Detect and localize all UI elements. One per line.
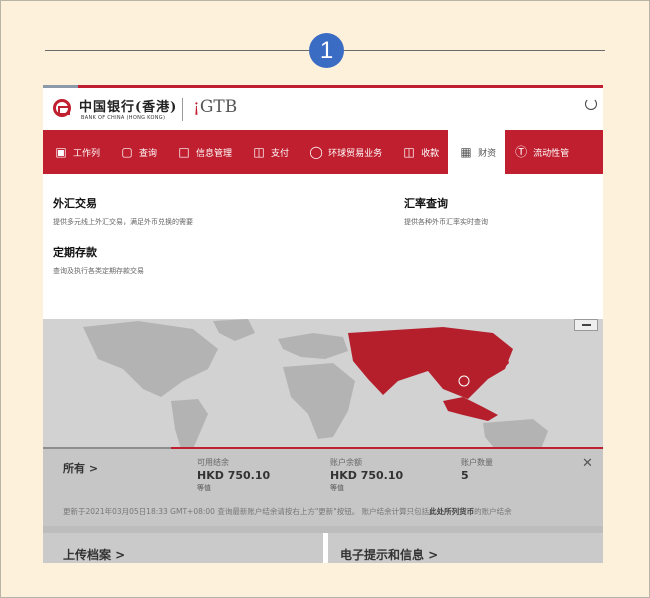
dollar-icon: Ⓣ <box>515 144 528 159</box>
gtb-logo[interactable]: ¡GTB <box>193 97 237 117</box>
account-balance-sub: 等值 <box>330 484 344 492</box>
nav-item-inquiry[interactable]: ▢ 查询 <box>109 130 166 174</box>
search-doc-icon: ▢ <box>121 144 133 159</box>
account-balance-value: HKD 750.10 <box>330 469 404 482</box>
folder-icon: □ <box>178 144 190 159</box>
refresh-icon[interactable] <box>585 98 597 110</box>
payment-icon: ◫ <box>253 144 265 159</box>
treasury-icon: ▦ <box>460 144 472 159</box>
map-land-north-america <box>83 321 218 397</box>
boc-logo-icon[interactable] <box>53 99 71 117</box>
menu-link-fx-trading[interactable]: 外汇交易 <box>53 195 97 211</box>
alerts-panel: 电子提示和信息 > <box>328 533 603 563</box>
menu-desc-rate-inquiry: 提供各种外币汇率实时查询 <box>404 218 488 226</box>
nav-item-treasury[interactable]: ▦ 财资 <box>448 130 506 174</box>
available-balance-value: HKD 750.10 <box>197 469 271 482</box>
nav-item-payment[interactable]: ◫ 支付 <box>241 130 298 174</box>
world-map[interactable] <box>43 319 603 449</box>
nav-item-info-management[interactable]: □ 信息管理 <box>166 130 241 174</box>
step-number-badge: 1 <box>309 33 344 68</box>
available-balance-label: 可用结余 <box>197 458 229 467</box>
upload-files-link[interactable]: 上传档案 > <box>63 546 125 563</box>
app-screenshot: 中国银行(香港) BANK OF CHINA (HONG KONG) ¡GTB … <box>43 85 603 563</box>
gtb-logo-mark-icon: ¡ <box>193 97 200 117</box>
map-land-greenland <box>213 319 255 341</box>
map-land-europe <box>278 333 348 359</box>
close-icon[interactable]: ✕ <box>582 456 593 471</box>
map-land-asia <box>348 327 513 399</box>
nav-item-label: 环球贸易业务 <box>328 148 383 159</box>
nav-item-label: 收款 <box>421 148 440 159</box>
e-alerts-link[interactable]: 电子提示和信息 > <box>340 546 438 563</box>
world-map-svg <box>83 319 548 449</box>
map-land-south-america <box>171 399 208 449</box>
nav-item-label: 支付 <box>271 148 290 159</box>
nav-item-label: 查询 <box>139 148 158 159</box>
bank-name-en: BANK OF CHINA (HONG KONG) <box>81 115 166 121</box>
nav-item-liquidity[interactable]: Ⓣ 流动性管 <box>505 130 577 174</box>
menu-desc-fx-trading: 提供多元线上外汇交易，满足外币兑换的需要 <box>53 218 193 226</box>
update-note-text: 更新于2021年03月05日18:33 GMT+08:00 查询最新账户结余请按… <box>63 506 598 517</box>
map-zoom-out-button[interactable] <box>574 319 598 331</box>
all-accounts-link[interactable]: 所有 > <box>63 460 98 476</box>
nav-item-label: 工作列 <box>73 148 101 159</box>
balance-summary: 所有 > 可用结余 HKD 750.10 等值 账户余额 HKD 750.10 … <box>43 449 603 499</box>
map-land-australia <box>483 419 548 449</box>
listed-currencies-link[interactable]: 此处所列货币 <box>429 507 474 516</box>
nav-item-global-trade[interactable]: ◯ 环球贸易业务 <box>298 130 391 174</box>
nav-item-label: 流动性管 <box>533 148 570 159</box>
map-land-africa <box>283 363 355 439</box>
panel-gap <box>43 526 603 533</box>
globe-icon: ◯ <box>309 144 323 159</box>
update-note-part-a: 更新于2021年03月05日18:33 GMT+08:00 查询最新账户结余请按… <box>63 507 430 516</box>
upload-panel: 上传档案 > <box>43 533 323 563</box>
treasury-dropdown-menu: 外汇交易 提供多元线上外汇交易，满足外币兑换的需要 汇率查询 提供各种外币汇率实… <box>43 174 603 319</box>
logo-separator <box>182 98 183 121</box>
account-count-value: 5 <box>461 469 469 482</box>
nav-item-label: 信息管理 <box>196 148 233 159</box>
bank-name-cn: 中国银行(香港) <box>79 100 178 115</box>
menu-link-rate-inquiry[interactable]: 汇率查询 <box>404 195 448 211</box>
account-balance-label: 账户余额 <box>330 458 362 467</box>
gtb-logo-text: GTB <box>199 97 238 117</box>
account-count-label: 账户数量 <box>461 458 493 467</box>
map-land-southeast-asia <box>443 397 498 421</box>
nav-item-label: 财资 <box>478 148 497 159</box>
menu-desc-time-deposit: 查询及执行各类定期存款交易 <box>53 267 144 275</box>
update-note: 更新于2021年03月05日18:33 GMT+08:00 查询最新账户结余请按… <box>43 499 603 526</box>
update-note-part-c: 的账户结余 <box>474 507 512 516</box>
available-balance-sub: 等值 <box>197 484 211 492</box>
receive-icon: ◫ <box>403 144 415 159</box>
nav-item-receivables[interactable]: ◫ 收款 <box>391 130 448 174</box>
main-nav: ▣ 工作列 ▢ 查询 □ 信息管理 ◫ 支付 ◯ 环球贸易业务 ◫ 收款 ▦ 财… <box>43 130 603 174</box>
briefcase-icon: ▣ <box>55 144 67 159</box>
app-header: 中国银行(香港) BANK OF CHINA (HONG KONG) ¡GTB <box>43 88 603 130</box>
menu-link-time-deposit[interactable]: 定期存款 <box>53 244 97 260</box>
nav-item-worklist[interactable]: ▣ 工作列 <box>43 130 109 174</box>
